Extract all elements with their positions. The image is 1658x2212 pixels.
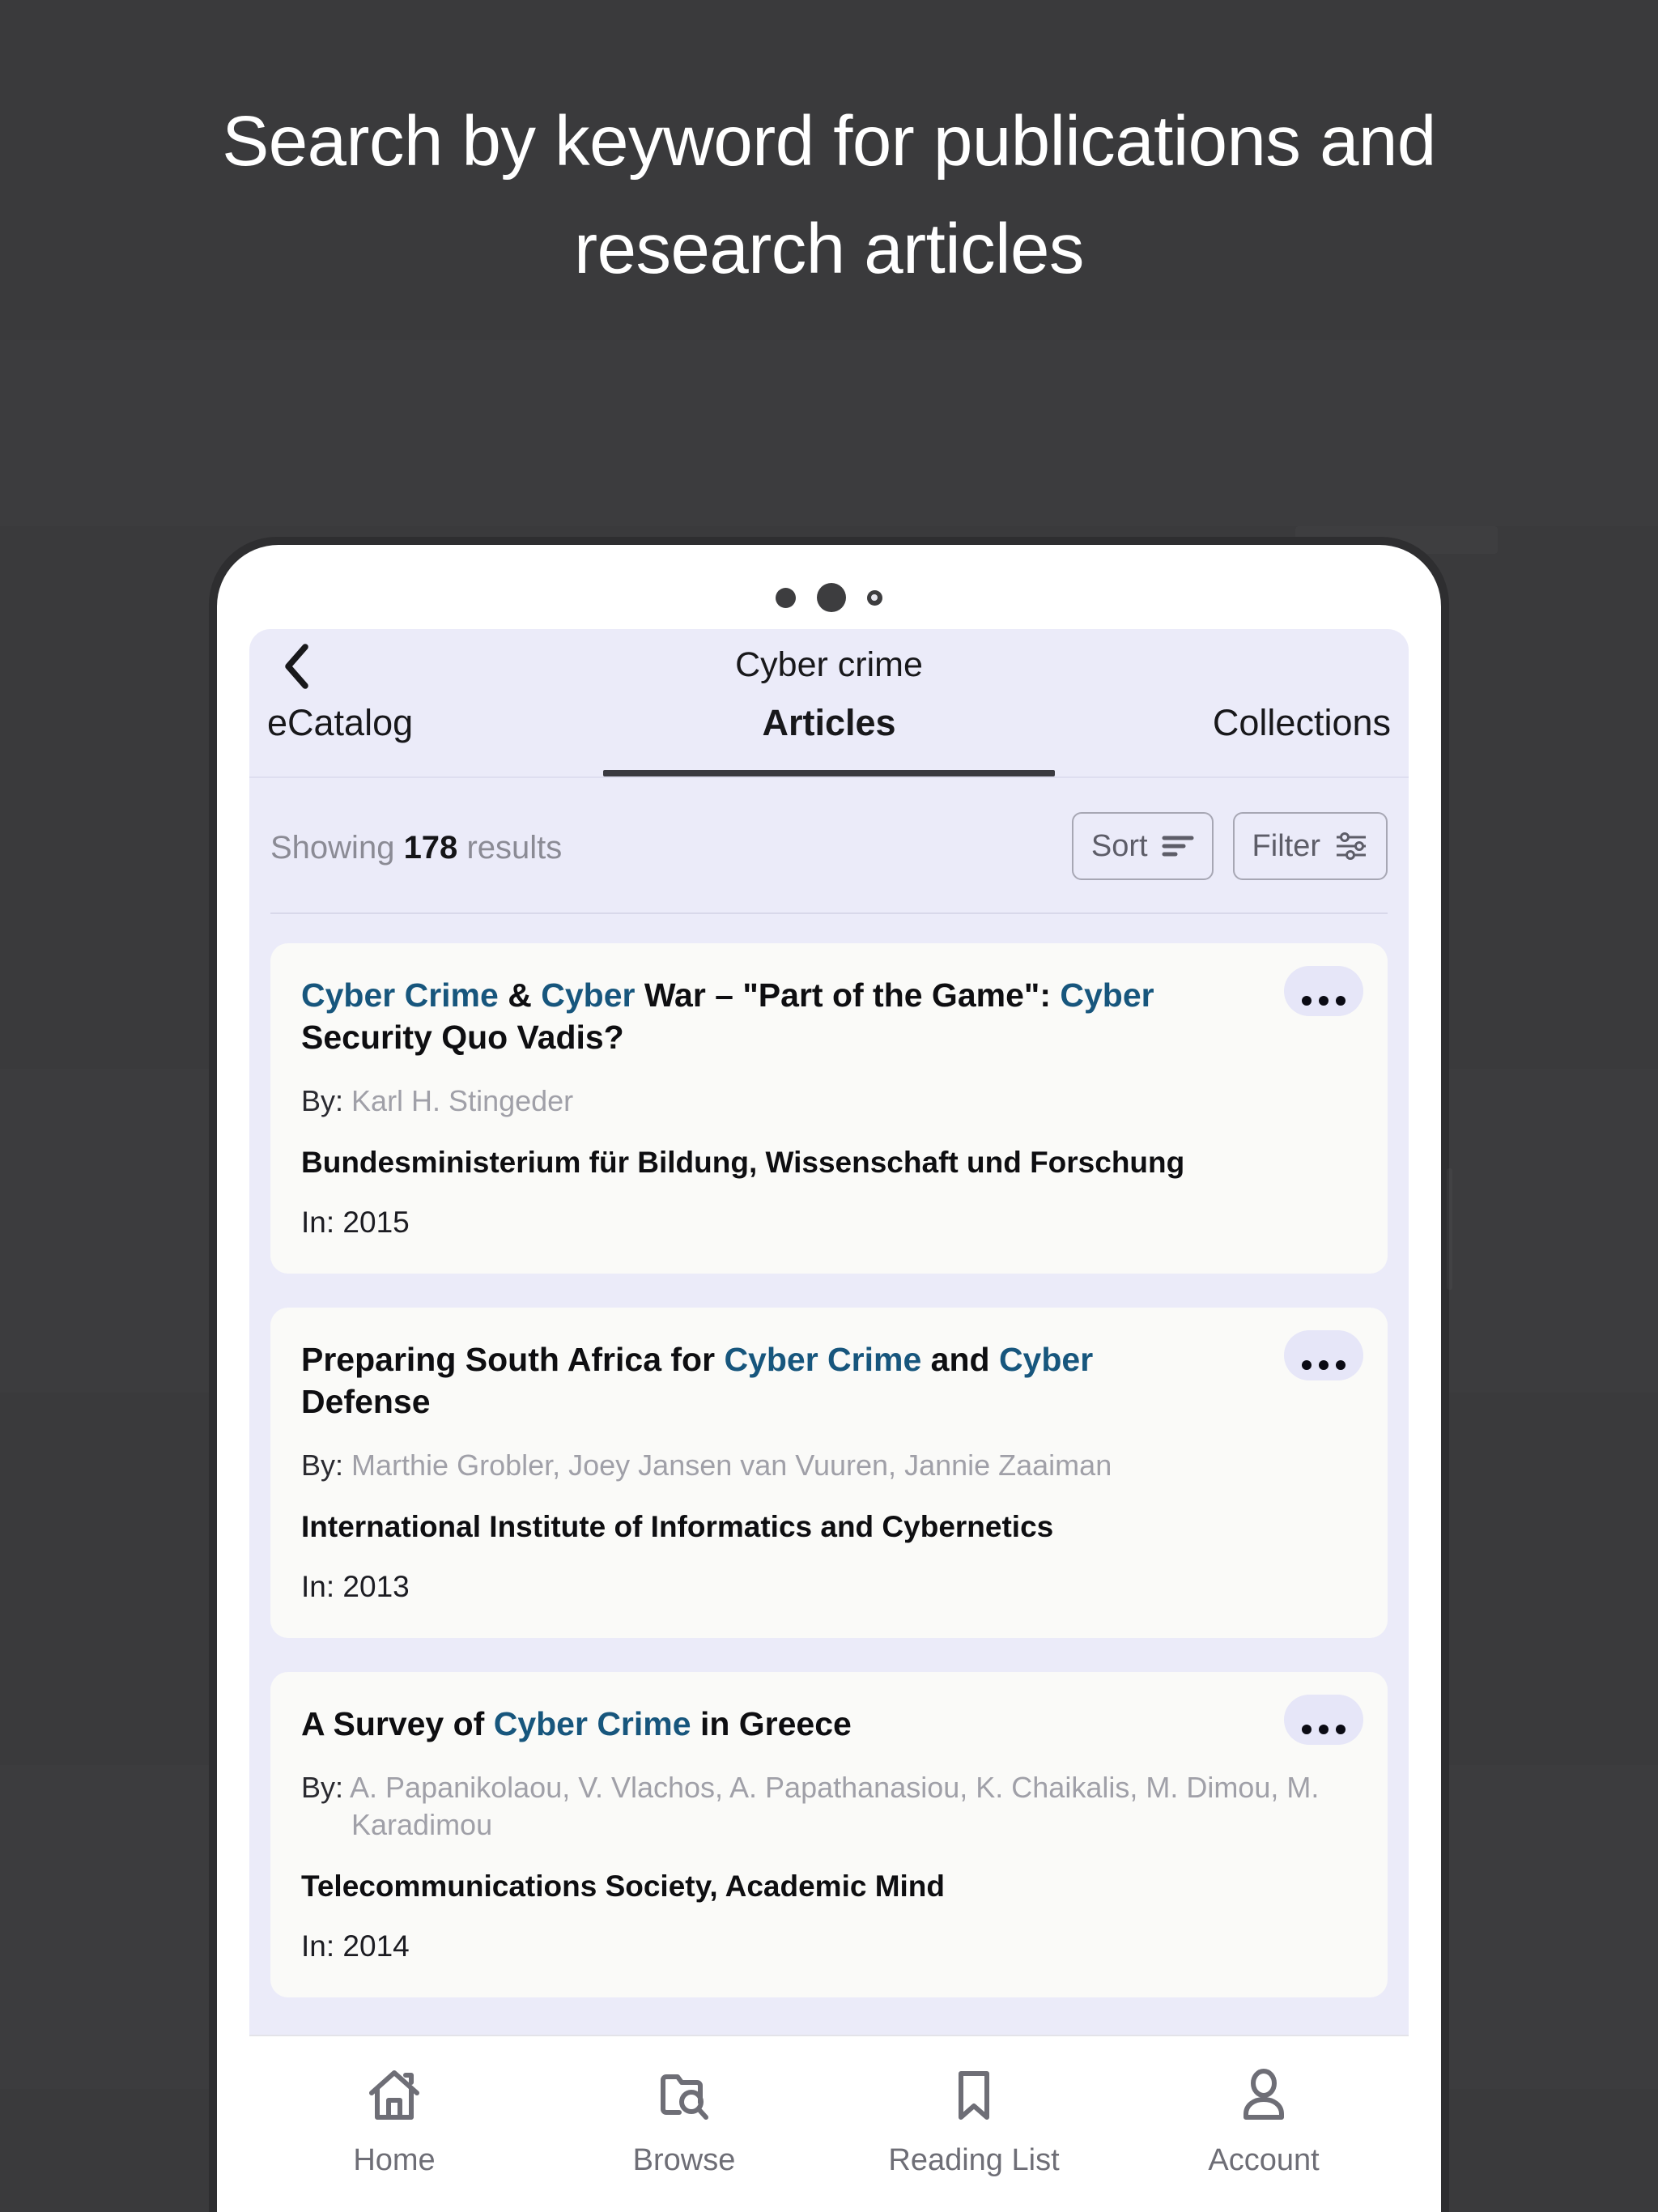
filter-button-label: Filter bbox=[1252, 828, 1320, 863]
authors-value: A. Papanikolaou, V. Vlachos, A. Papathan… bbox=[350, 1771, 1320, 1841]
home-icon bbox=[365, 2065, 423, 2124]
dot-icon bbox=[1319, 1725, 1329, 1734]
title-keyword: Cyber Crime bbox=[301, 976, 499, 1014]
dot-icon bbox=[1302, 996, 1312, 1006]
result-card[interactable]: A Survey of Cyber Crime in Greece By: A.… bbox=[270, 1672, 1388, 1997]
results-count: 178 bbox=[403, 830, 458, 866]
result-card[interactable]: Cyber Crime & Cyber War – "Part of the G… bbox=[270, 943, 1388, 1274]
title-keyword: Cyber Crime bbox=[493, 1705, 691, 1742]
title-keyword: Cyber bbox=[998, 1341, 1094, 1378]
by-label: By: bbox=[301, 1771, 344, 1804]
result-authors: By: Marthie Grobler, Joey Jansen van Vuu… bbox=[301, 1447, 1357, 1484]
title-text: Defense bbox=[301, 1383, 431, 1420]
camera-cluster bbox=[217, 575, 1441, 620]
app-screen: Cyber crime eCatalog Articles Collection… bbox=[249, 629, 1409, 2212]
filter-button[interactable]: Filter bbox=[1232, 812, 1388, 880]
showing-suffix: results bbox=[466, 830, 563, 866]
title-text: A Survey of bbox=[301, 1705, 494, 1742]
nav-label-account: Account bbox=[1208, 2143, 1320, 2177]
dot-icon bbox=[1336, 996, 1346, 1006]
title-text: in Greece bbox=[691, 1705, 852, 1742]
camera-sensor-ring-icon bbox=[867, 589, 882, 606]
results-count-text: Showing 178 results bbox=[270, 812, 562, 866]
showing-prefix: Showing bbox=[270, 830, 395, 866]
dot-icon bbox=[1336, 1725, 1346, 1734]
result-title: A Survey of Cyber Crime in Greece bbox=[301, 1703, 1357, 1745]
background-band bbox=[0, 340, 1658, 526]
title-keyword: Cyber bbox=[541, 976, 636, 1014]
tab-ecatalog[interactable]: eCatalog bbox=[249, 700, 642, 776]
camera-dot-large-icon bbox=[817, 583, 846, 612]
results-list: Cyber Crime & Cyber War – "Part of the G… bbox=[249, 914, 1409, 2212]
folder-search-icon bbox=[655, 2065, 713, 2124]
result-publisher: International Institute of Informatics a… bbox=[301, 1510, 1054, 1543]
title-text: Preparing South Africa for bbox=[301, 1341, 725, 1378]
result-publisher: Telecommunications Society, Academic Min… bbox=[301, 1870, 946, 1903]
camera-dot-small-icon bbox=[776, 587, 796, 608]
result-card[interactable]: Preparing South Africa for Cyber Crime a… bbox=[270, 1308, 1388, 1638]
nav-label-browse: Browse bbox=[632, 2143, 736, 2177]
more-options-button[interactable] bbox=[1284, 966, 1363, 1016]
nav-item-home[interactable]: Home bbox=[249, 2065, 539, 2178]
sort-button-label: Sort bbox=[1090, 828, 1148, 863]
title-keyword: Cyber Crime bbox=[724, 1341, 922, 1378]
page-title: Cyber crime bbox=[735, 644, 923, 684]
promo-headline: Search by keyword for publications and r… bbox=[222, 102, 1436, 288]
authors-value: Marthie Grobler, Joey Jansen van Vuuren,… bbox=[351, 1448, 1112, 1482]
dot-icon bbox=[1302, 1725, 1312, 1734]
nav-item-reading-list[interactable]: Reading List bbox=[829, 2065, 1119, 2178]
more-options-button[interactable] bbox=[1284, 1330, 1363, 1380]
result-title: Cyber Crime & Cyber War – "Part of the G… bbox=[301, 974, 1357, 1058]
title-keyword: Cyber bbox=[1060, 976, 1154, 1014]
result-authors: By: A. Papanikolaou, V. Vlachos, A. Papa… bbox=[301, 1769, 1357, 1844]
title-text: War – "Part of the Game": bbox=[635, 976, 1061, 1014]
bottom-navigation: Home Browse Reading List Account bbox=[249, 2035, 1409, 2212]
dot-icon bbox=[1319, 1360, 1329, 1370]
nav-item-account[interactable]: Account bbox=[1119, 2065, 1409, 2178]
bookmark-icon bbox=[945, 2065, 1003, 2124]
by-label: By: bbox=[301, 1084, 344, 1117]
dot-icon bbox=[1336, 1360, 1346, 1370]
nav-label-reading-list: Reading List bbox=[888, 2143, 1060, 2177]
tab-collections[interactable]: Collections bbox=[1016, 700, 1409, 776]
person-icon bbox=[1235, 2065, 1293, 2124]
navbar: Cyber crime bbox=[249, 629, 1409, 700]
tab-bar: eCatalog Articles Collections bbox=[249, 700, 1409, 778]
result-title: Preparing South Africa for Cyber Crime a… bbox=[301, 1338, 1357, 1423]
title-text: and bbox=[921, 1341, 999, 1378]
title-text: Security Quo Vadis? bbox=[301, 1019, 624, 1056]
result-year: In: 2015 bbox=[301, 1206, 410, 1239]
nav-label-home: Home bbox=[353, 2143, 436, 2177]
phone-mockup: Cyber crime eCatalog Articles Collection… bbox=[209, 537, 1449, 2212]
chevron-left-icon bbox=[283, 644, 310, 689]
result-year: In: 2014 bbox=[301, 1929, 410, 1963]
results-bar: Showing 178 results Sort Filter bbox=[249, 778, 1409, 880]
nav-item-browse[interactable]: Browse bbox=[539, 2065, 829, 2178]
filter-sliders-icon bbox=[1334, 832, 1368, 860]
phone-body: Cyber crime eCatalog Articles Collection… bbox=[217, 545, 1441, 2212]
sort-button[interactable]: Sort bbox=[1071, 812, 1214, 880]
bar-buttons: Sort Filter bbox=[1071, 812, 1388, 880]
phone-side-button bbox=[1447, 1168, 1452, 1290]
result-year: In: 2013 bbox=[301, 1570, 410, 1603]
back-button[interactable] bbox=[266, 636, 327, 697]
authors-value: Karl H. Stingeder bbox=[351, 1084, 574, 1117]
sort-lines-icon bbox=[1162, 834, 1194, 858]
tab-articles[interactable]: Articles bbox=[642, 700, 1017, 776]
more-options-button[interactable] bbox=[1284, 1695, 1363, 1745]
by-label: By: bbox=[301, 1448, 344, 1482]
result-publisher: Bundesministerium für Bildung, Wissensch… bbox=[301, 1146, 1185, 1179]
dot-icon bbox=[1319, 996, 1329, 1006]
title-text: & bbox=[498, 976, 542, 1014]
dot-icon bbox=[1302, 1360, 1312, 1370]
result-authors: By: Karl H. Stingeder bbox=[301, 1083, 1357, 1120]
